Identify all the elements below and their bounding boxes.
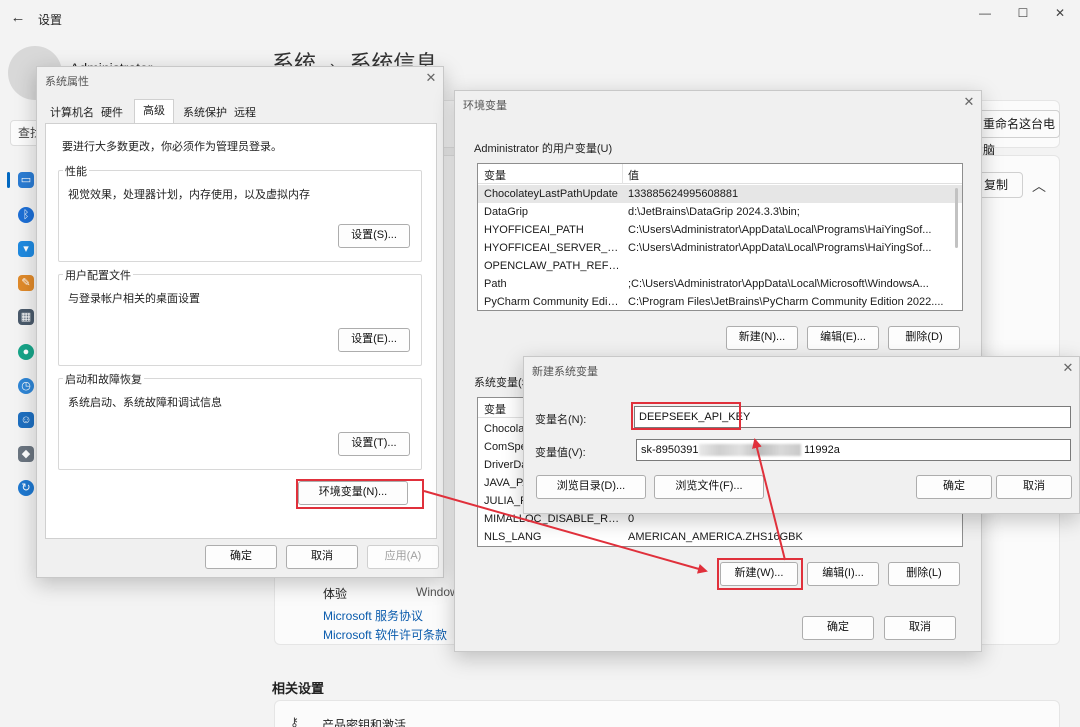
apply-button[interactable]: 应用(A) <box>367 545 439 569</box>
apps-icon[interactable]: ▦ <box>18 309 34 325</box>
performance-settings-button[interactable]: 设置(S)... <box>338 224 410 248</box>
list-item[interactable]: HYOFFICEAI_SERVER_PATH C:\Users\Administr… <box>478 239 962 257</box>
ok-button[interactable]: 确定 <box>802 616 874 640</box>
variable-value-prefix: sk-8950391 <box>641 444 699 456</box>
list-item[interactable]: ChocolateyLastPathUpdate 1338856249956088… <box>478 185 962 203</box>
system-edit-button[interactable]: 编辑(I)... <box>807 562 879 586</box>
tab-panel-advanced: 要进行大多数更改，你必须作为管理员登录。 性能 视觉效果，处理器计划，内存使用，… <box>45 123 437 539</box>
redacted-blur <box>699 444 801 456</box>
tab-system-protection[interactable]: 系统保护 <box>183 103 227 123</box>
cancel-button[interactable]: 取消 <box>996 475 1072 499</box>
close-icon[interactable]: ✕ <box>1060 360 1076 376</box>
product-key-item[interactable]: 产品密钥和激活 <box>322 716 406 727</box>
system-delete-button[interactable]: 删除(L) <box>888 562 960 586</box>
settings-titlebar: ← 设置 — ☐ ✕ <box>0 0 1080 36</box>
col-separator <box>622 164 623 184</box>
list-item[interactable]: HYOFFICEAI_PATH C:\Users\Administrator\Ap… <box>478 221 962 239</box>
user-vars-section-label: Administrator 的用户变量(U) <box>474 143 613 155</box>
user-profiles-desc: 与登录帐户相关的桌面设置 <box>68 293 200 305</box>
cancel-button[interactable]: 取消 <box>884 616 956 640</box>
user-vars-list[interactable]: 变量 值 ChocolateyLastPathUpdate 13388562499… <box>477 163 963 311</box>
ok-button[interactable]: 确定 <box>916 475 992 499</box>
ms-license-terms-link[interactable]: Microsoft 软件许可条款 <box>323 626 447 643</box>
list-item[interactable]: Path ;C:\Users\Administrator\AppData\Loca… <box>478 275 962 293</box>
startup-recovery-settings-button[interactable]: 设置(T)... <box>338 432 410 456</box>
spec-experience-label: 体验 <box>323 587 348 601</box>
startup-recovery-desc: 系统启动、系统故障和调试信息 <box>68 397 222 409</box>
personalization-icon[interactable]: ✎ <box>18 275 34 291</box>
ok-button[interactable]: 确定 <box>205 545 277 569</box>
user-profiles-settings-button[interactable]: 设置(E)... <box>338 328 410 352</box>
user-new-button[interactable]: 新建(N)... <box>726 326 798 350</box>
accessibility-icon[interactable]: ☺ <box>18 412 34 428</box>
network-icon[interactable]: ▾ <box>18 241 34 257</box>
privacy-shield-icon[interactable]: ◆ <box>18 446 34 462</box>
browse-directory-button[interactable]: 浏览目录(D)... <box>536 475 646 499</box>
user-delete-button[interactable]: 删除(D) <box>888 326 960 350</box>
highlight-box <box>631 402 741 430</box>
system-icon[interactable]: ▭ <box>18 172 34 188</box>
related-settings-title: 相关设置 <box>272 681 325 696</box>
scrollbar[interactable] <box>955 188 958 248</box>
admin-notice: 要进行大多数更改，你必须作为管理员登录。 <box>62 141 282 153</box>
col-header-value[interactable]: 值 <box>628 167 639 183</box>
list-item[interactable]: NLS_LANG AMERICAN_AMERICA.ZHS16GBK <box>478 528 962 546</box>
close-icon[interactable]: ✕ <box>423 70 439 86</box>
ms-service-agreement-link[interactable]: Microsoft 服务协议 <box>323 607 423 624</box>
time-language-icon[interactable]: ◷ <box>18 378 34 394</box>
variable-value-suffix: 11992a <box>804 444 840 456</box>
back-arrow-icon[interactable]: ← <box>8 8 28 28</box>
close-icon[interactable]: ✕ <box>1045 4 1075 22</box>
bluetooth-icon[interactable]: ᛒ <box>18 207 34 223</box>
cancel-button[interactable]: 取消 <box>286 545 358 569</box>
tab-hardware[interactable]: 硬件 <box>101 103 123 123</box>
user-edit-button[interactable]: 编辑(E)... <box>807 326 879 350</box>
performance-desc: 视觉效果，处理器计划，内存使用，以及虚拟内存 <box>68 189 310 201</box>
highlight-box <box>717 558 803 590</box>
variable-name-label: 变量名(N): <box>535 414 587 426</box>
dialog-title: 系统属性 <box>45 76 89 88</box>
tab-remote[interactable]: 远程 <box>234 103 256 123</box>
col-header-variable[interactable]: 变量 <box>484 401 506 417</box>
nav-active-indicator <box>7 172 10 188</box>
performance-label: 性能 <box>63 163 89 179</box>
browse-file-button[interactable]: 浏览文件(F)... <box>654 475 764 499</box>
tab-advanced[interactable]: 高级 <box>134 99 174 124</box>
highlight-box <box>296 479 424 509</box>
close-icon[interactable]: ✕ <box>961 94 977 110</box>
accounts-icon[interactable]: ● <box>18 344 34 360</box>
maximize-icon[interactable]: ☐ <box>1008 4 1038 22</box>
system-properties-dialog: 系统属性 ✕ 计算机名 硬件 高级 系统保护 远程 要进行大多数更改，你必须作为… <box>36 66 444 578</box>
variable-value-label: 变量值(V): <box>535 447 586 459</box>
windows-update-icon[interactable]: ↻ <box>18 480 34 496</box>
user-profiles-group <box>58 274 422 366</box>
list-item[interactable]: OPENCLAW_PATH_REFRE... <box>478 257 962 275</box>
dialog-title: 环境变量 <box>463 100 507 112</box>
list-item[interactable]: DataGrip d:\JetBrains\DataGrip 2024.3.3\b… <box>478 203 962 221</box>
variable-value-input[interactable]: sk-8950391 11992a <box>636 439 1071 461</box>
list-header: 变量 值 <box>478 164 962 184</box>
startup-recovery-group <box>58 378 422 470</box>
performance-group <box>58 170 422 262</box>
copy-button[interactable]: 复制 <box>975 172 1023 198</box>
list-item[interactable]: PyCharm Community Editi... C:\Program Fil… <box>478 293 962 310</box>
chevron-up-icon[interactable]: ︿ <box>1032 176 1046 196</box>
user-profiles-label: 用户配置文件 <box>63 267 133 283</box>
rename-pc-button[interactable]: 重命名这台电脑 <box>970 110 1060 157</box>
minimize-icon[interactable]: — <box>970 4 1000 22</box>
new-system-variable-dialog: 新建系统变量 ✕ 变量名(N): DEEPSEEK_API_KEY 变量值(V)… <box>523 356 1080 514</box>
dialog-title: 新建系统变量 <box>532 366 598 378</box>
tab-computer-name[interactable]: 计算机名 <box>50 103 94 123</box>
key-icon: ⚷ <box>290 715 299 727</box>
settings-title: 设置 <box>38 13 63 27</box>
col-header-variable[interactable]: 变量 <box>484 167 506 183</box>
startup-recovery-label: 启动和故障恢复 <box>63 371 144 387</box>
